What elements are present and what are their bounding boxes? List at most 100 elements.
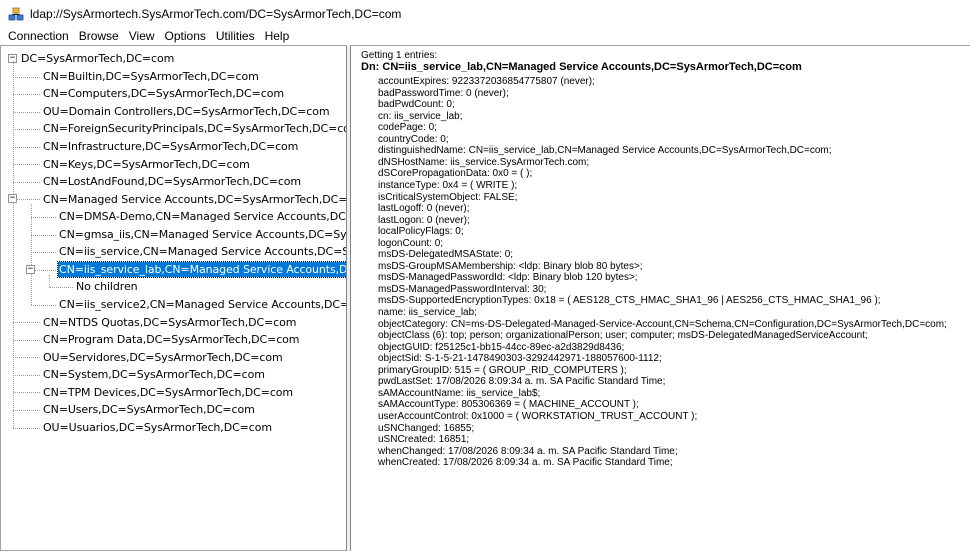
- tree-item[interactable]: CN=LostAndFound,DC=SysArmorTech,DC=com: [42, 173, 302, 191]
- details-header: Getting 1 entries:: [361, 50, 438, 61]
- attribute-line: primaryGroupID: 515 = ( GROUP_RID_COMPUT…: [378, 364, 627, 376]
- tree-item[interactable]: CN=NTDS Quotas,DC=SysArmorTech,DC=com: [42, 313, 297, 331]
- tree-item-label[interactable]: CN=Computers,DC=SysArmorTech,DC=com: [42, 86, 285, 101]
- attribute-line: objectGUID: f25125c1-bb15-44cc-89ec-a2d3…: [378, 341, 625, 353]
- tree-connector: [49, 287, 73, 289]
- tree-connector: [13, 322, 40, 324]
- attribute-line: logonCount: 0;: [378, 237, 444, 249]
- tree-item-label-selected[interactable]: CN=iis_service_lab,CN=Managed Service Ac…: [56, 260, 346, 278]
- tree-item-label[interactable]: OU=Domain Controllers,DC=SysArmorTech,DC…: [42, 104, 330, 119]
- attribute-line: msDS-ManagedPasswordInterval: 30;: [378, 283, 547, 295]
- tree-item-label[interactable]: CN=LostAndFound,DC=SysArmorTech,DC=com: [42, 174, 302, 189]
- tree-item[interactable]: CN=Computers,DC=SysArmorTech,DC=com: [42, 85, 285, 103]
- attribute-line: accountExpires: 9223372036854775807 (nev…: [378, 76, 595, 87]
- tree-item-label: No children: [76, 280, 138, 294]
- tree-item[interactable]: CN=Keys,DC=SysArmorTech,DC=com: [42, 155, 251, 173]
- tree-item[interactable]: CN=ForeignSecurityPrincipals,DC=SysArmor…: [42, 120, 346, 138]
- attribute-line: codePage: 0;: [378, 122, 437, 134]
- attribute-line: isCriticalSystemObject: FALSE;: [378, 191, 518, 203]
- attribute-line: lastLogoff: 0 (never);: [378, 203, 470, 215]
- tree-connector: [13, 410, 40, 411]
- tree-connector: [13, 181, 40, 183]
- attribute-line: localPolicyFlags: 0;: [378, 226, 464, 238]
- tree-connector: [13, 339, 40, 341]
- tree-item[interactable]: OU=Servidores,DC=SysArmorTech,DC=com: [42, 348, 284, 366]
- attribute-line: msDS-DelegatedMSAState: 0;: [378, 249, 514, 261]
- tree-connector: [13, 111, 40, 113]
- attribute-line: msDS-ManagedPasswordId: <ldp: Binary blo…: [378, 272, 638, 284]
- attribute-line: uSNCreated: 16851;: [378, 434, 470, 446]
- attribute-line: sAMAccountName: iis_service_lab$;: [378, 387, 541, 399]
- attribute-line: msDS-SupportedEncryptionTypes: 0x18 = ( …: [378, 295, 881, 307]
- attribute-line: whenChanged: 17/08/2026 8:09:34 a. m. SA…: [378, 445, 678, 457]
- tree-connector: [13, 164, 40, 166]
- title-bar: ldap://SysArmortech.SysArmorTech.com/DC=…: [0, 0, 970, 28]
- directory-tree[interactable]: − DC=SysArmorTech,DC=com CN=Builtin,DC=S…: [0, 45, 347, 551]
- menu-options[interactable]: Options: [160, 28, 211, 45]
- attribute-line: whenCreated: 17/08/2026 8:09:34 a. m. SA…: [378, 457, 673, 469]
- tree-item-label[interactable]: CN=iis_service2,CN=Managed Service Accou…: [58, 297, 346, 312]
- attribute-line: objectSid: S-1-5-21-1478490303-329244297…: [378, 353, 662, 365]
- attribute-line: uSNChanged: 16855;: [378, 422, 475, 434]
- tree-item-label[interactable]: CN=DMSA-Demo,CN=Managed Service Accounts…: [58, 209, 346, 224]
- menu-browse[interactable]: Browse: [74, 28, 124, 45]
- tree-guide-line: [13, 61, 14, 428]
- menu-connection[interactable]: Connection: [0, 28, 74, 45]
- collapse-icon[interactable]: −: [8, 194, 17, 204]
- tree-item[interactable]: CN=TPM Devices,DC=SysArmorTech,DC=com: [42, 383, 294, 401]
- window-title: ldap://SysArmortech.SysArmorTech.com/DC=…: [30, 7, 402, 21]
- tree-root[interactable]: − DC=SysArmorTech,DC=com: [8, 50, 175, 68]
- tree-item-label[interactable]: CN=Infrastructure,DC=SysArmorTech,DC=com: [42, 139, 299, 154]
- menu-view[interactable]: View: [124, 28, 160, 45]
- tree-connector: [31, 216, 56, 218]
- tree-item-label[interactable]: CN=Program Data,DC=SysArmorTech,DC=com: [42, 332, 300, 347]
- tree-connector: [13, 76, 40, 78]
- collapse-icon[interactable]: −: [26, 264, 35, 274]
- tree-item[interactable]: CN=Managed Service Accounts,DC=SysArmorT…: [42, 190, 346, 208]
- tree-placeholder: No children: [75, 278, 139, 296]
- tree-item-label[interactable]: CN=Keys,DC=SysArmorTech,DC=com: [42, 157, 251, 172]
- tree-item[interactable]: CN=Program Data,DC=SysArmorTech,DC=com: [42, 331, 300, 349]
- tree-item[interactable]: CN=iis_service,CN=Managed Service Accoun…: [58, 243, 346, 261]
- tree-item[interactable]: CN=DMSA-Demo,CN=Managed Service Accounts…: [58, 208, 346, 226]
- attribute-line: name: iis_service_lab;: [378, 307, 477, 318]
- menu-utilities[interactable]: Utilities: [211, 28, 260, 45]
- tree-item[interactable]: CN=iis_service_lab,CN=Managed Service Ac…: [56, 260, 346, 279]
- tree-item[interactable]: OU=Domain Controllers,DC=SysArmorTech,DC…: [42, 103, 330, 121]
- tree-connector: [13, 94, 40, 96]
- attribute-line: badPasswordTime: 0 (never);: [378, 87, 509, 99]
- tree-item-label[interactable]: CN=iis_service,CN=Managed Service Accoun…: [58, 244, 346, 259]
- menu-bar: Connection Browse View Options Utilities…: [0, 28, 970, 45]
- tree-item[interactable]: CN=Users,DC=SysArmorTech,DC=com: [42, 401, 256, 419]
- tree-item-label[interactable]: CN=NTDS Quotas,DC=SysArmorTech,DC=com: [42, 315, 297, 330]
- attribute-line: userAccountControl: 0x1000 = ( WORKSTATI…: [378, 410, 698, 422]
- tree-item[interactable]: CN=System,DC=SysArmorTech,DC=com: [42, 366, 266, 384]
- tree-item-label[interactable]: CN=ForeignSecurityPrincipals,DC=SysArmor…: [42, 121, 346, 136]
- menu-help[interactable]: Help: [260, 28, 295, 45]
- details-dn: Dn: CN=iis_service_lab,CN=Managed Servic…: [361, 61, 802, 73]
- tree-item[interactable]: CN=Infrastructure,DC=SysArmorTech,DC=com: [42, 138, 299, 156]
- attribute-line: pwdLastSet: 17/08/2026 8:09:34 a. m. SA …: [378, 376, 666, 388]
- tree-item-label[interactable]: CN=Users,DC=SysArmorTech,DC=com: [42, 402, 256, 417]
- attribute-line: dNSHostName: iis_service.SysArmorTech.co…: [378, 156, 590, 168]
- attribute-line: instanceType: 0x4 = ( WRITE );: [378, 179, 518, 191]
- tree-root-label[interactable]: DC=SysArmorTech,DC=com: [20, 51, 175, 66]
- tree-connector: [31, 304, 56, 306]
- tree-item[interactable]: OU=Usuarios,DC=SysArmorTech,DC=com: [42, 419, 273, 437]
- tree-item-label[interactable]: CN=gmsa_iis,CN=Managed Service Accounts,…: [58, 227, 346, 242]
- tree-connector: [31, 252, 56, 254]
- tree-item-label[interactable]: CN=Managed Service Accounts,DC=SysArmorT…: [42, 192, 346, 207]
- tree-item-label[interactable]: CN=TPM Devices,DC=SysArmorTech,DC=com: [42, 385, 294, 400]
- tree-item[interactable]: CN=Builtin,DC=SysArmorTech,DC=com: [42, 68, 260, 86]
- tree-connector: [13, 427, 40, 429]
- tree-item[interactable]: CN=iis_service2,CN=Managed Service Accou…: [58, 296, 346, 314]
- tree-item-label[interactable]: OU=Usuarios,DC=SysArmorTech,DC=com: [42, 420, 273, 435]
- tree-item-label[interactable]: OU=Servidores,DC=SysArmorTech,DC=com: [42, 350, 284, 365]
- tree-item-label[interactable]: CN=System,DC=SysArmorTech,DC=com: [42, 367, 266, 382]
- tree-item-label[interactable]: CN=Builtin,DC=SysArmorTech,DC=com: [42, 69, 260, 84]
- tree-connector: [13, 199, 40, 201]
- attribute-line: cn: iis_service_lab;: [378, 110, 463, 122]
- attribute-line: lastLogon: 0 (never);: [378, 214, 470, 226]
- tree-connector: [13, 146, 40, 148]
- tree-item[interactable]: CN=gmsa_iis,CN=Managed Service Accounts,…: [58, 226, 346, 244]
